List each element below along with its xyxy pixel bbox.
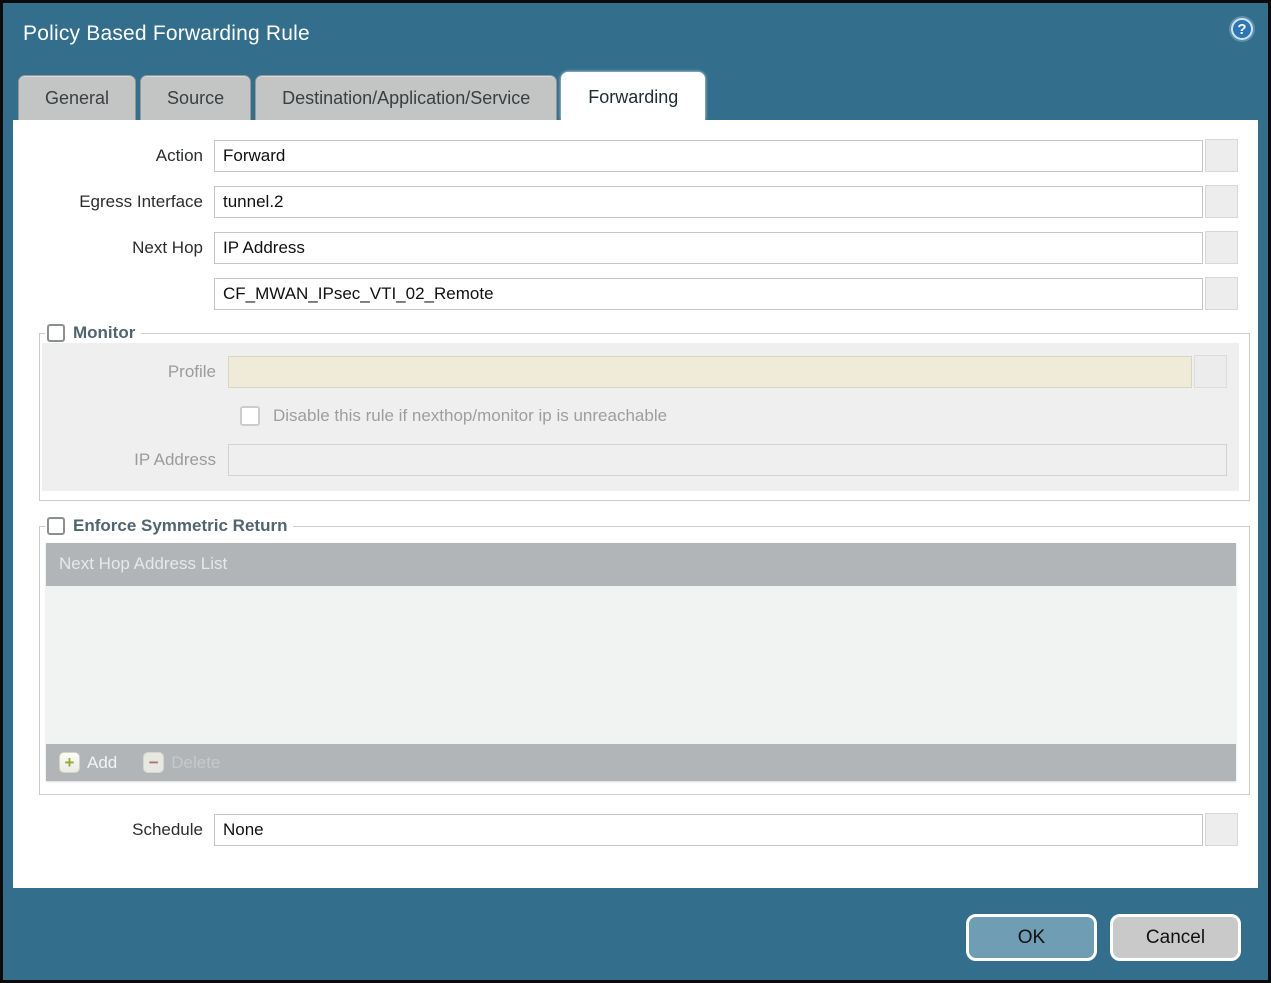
next-hop-address-list-header: Next Hop Address List — [46, 543, 1236, 586]
add-button-label: Add — [87, 753, 117, 773]
help-icon[interactable]: ? — [1231, 18, 1253, 40]
next-hop-label: Next Hop — [13, 238, 214, 258]
action-dropdown-button[interactable] — [1205, 139, 1238, 172]
egress-interface-dropdown-button[interactable] — [1205, 185, 1238, 218]
pbf-rule-dialog: Policy Based Forwarding Rule ? General S… — [0, 0, 1271, 983]
tab-general[interactable]: General — [18, 75, 136, 120]
tab-source[interactable]: Source — [140, 75, 251, 120]
dialog-footer: OK Cancel — [3, 888, 1268, 961]
profile-label: Profile — [42, 362, 228, 382]
monitor-checkbox[interactable] — [47, 324, 65, 342]
next-hop-type-input[interactable] — [214, 232, 1203, 264]
symmetric-return-checkbox[interactable] — [47, 517, 65, 535]
schedule-dropdown-button[interactable] — [1205, 813, 1238, 846]
schedule-row: Schedule — [13, 813, 1258, 846]
profile-input — [228, 356, 1192, 388]
monitor-legend-label: Monitor — [73, 323, 135, 343]
tab-destination-application-service[interactable]: Destination/Application/Service — [255, 75, 557, 120]
disable-rule-checkbox — [240, 406, 260, 426]
next-hop-type-dropdown-button[interactable] — [1205, 231, 1238, 264]
next-hop-address-dropdown-button[interactable] — [1205, 277, 1238, 310]
delete-button: − Delete — [143, 752, 220, 773]
tab-forwarding[interactable]: Forwarding — [561, 72, 705, 120]
monitor-panel: Profile Disable this rule if nexthop/mon… — [42, 343, 1239, 491]
delete-button-label: Delete — [171, 753, 220, 773]
disable-rule-row: Disable this rule if nexthop/monitor ip … — [240, 406, 1239, 426]
egress-interface-row: Egress Interface — [13, 185, 1258, 218]
next-hop-address-list-table: Next Hop Address List + Add − Delete — [46, 543, 1236, 781]
action-input[interactable] — [214, 140, 1203, 172]
next-hop-address-row — [13, 277, 1258, 310]
monitor-ip-address-input — [228, 444, 1227, 476]
symmetric-return-legend-label: Enforce Symmetric Return — [73, 516, 287, 536]
profile-dropdown-button — [1194, 355, 1227, 388]
next-hop-address-input[interactable] — [214, 278, 1203, 310]
monitor-ip-address-label: IP Address — [42, 450, 228, 470]
symmetric-return-legend: Enforce Symmetric Return — [45, 516, 293, 536]
next-hop-row: Next Hop — [13, 231, 1258, 264]
plus-icon: + — [59, 752, 80, 773]
action-label: Action — [13, 146, 214, 166]
ok-button[interactable]: OK — [966, 914, 1097, 961]
disable-rule-label: Disable this rule if nexthop/monitor ip … — [273, 406, 667, 426]
profile-row: Profile — [42, 355, 1227, 388]
add-button[interactable]: + Add — [59, 752, 117, 773]
monitor-fieldset: Monitor Profile Disable this rule if nex… — [39, 323, 1250, 501]
dialog-titlebar: Policy Based Forwarding Rule ? — [3, 3, 1268, 67]
forwarding-tab-panel: Action Egress Interface Next Hop — [13, 120, 1258, 888]
minus-icon: − — [143, 752, 164, 773]
egress-interface-label: Egress Interface — [13, 192, 214, 212]
next-hop-address-list-body — [46, 586, 1236, 744]
next-hop-address-list-toolbar: + Add − Delete — [46, 744, 1236, 781]
monitor-legend: Monitor — [45, 323, 141, 343]
tab-bar: General Source Destination/Application/S… — [3, 67, 1268, 120]
dialog-title: Policy Based Forwarding Rule — [23, 22, 310, 46]
action-row: Action — [13, 139, 1258, 172]
schedule-label: Schedule — [13, 820, 214, 840]
cancel-button[interactable]: Cancel — [1110, 914, 1241, 961]
monitor-ip-address-row: IP Address — [42, 444, 1227, 476]
egress-interface-input[interactable] — [214, 186, 1203, 218]
symmetric-return-fieldset: Enforce Symmetric Return Next Hop Addres… — [39, 516, 1250, 795]
schedule-input[interactable] — [214, 814, 1203, 846]
